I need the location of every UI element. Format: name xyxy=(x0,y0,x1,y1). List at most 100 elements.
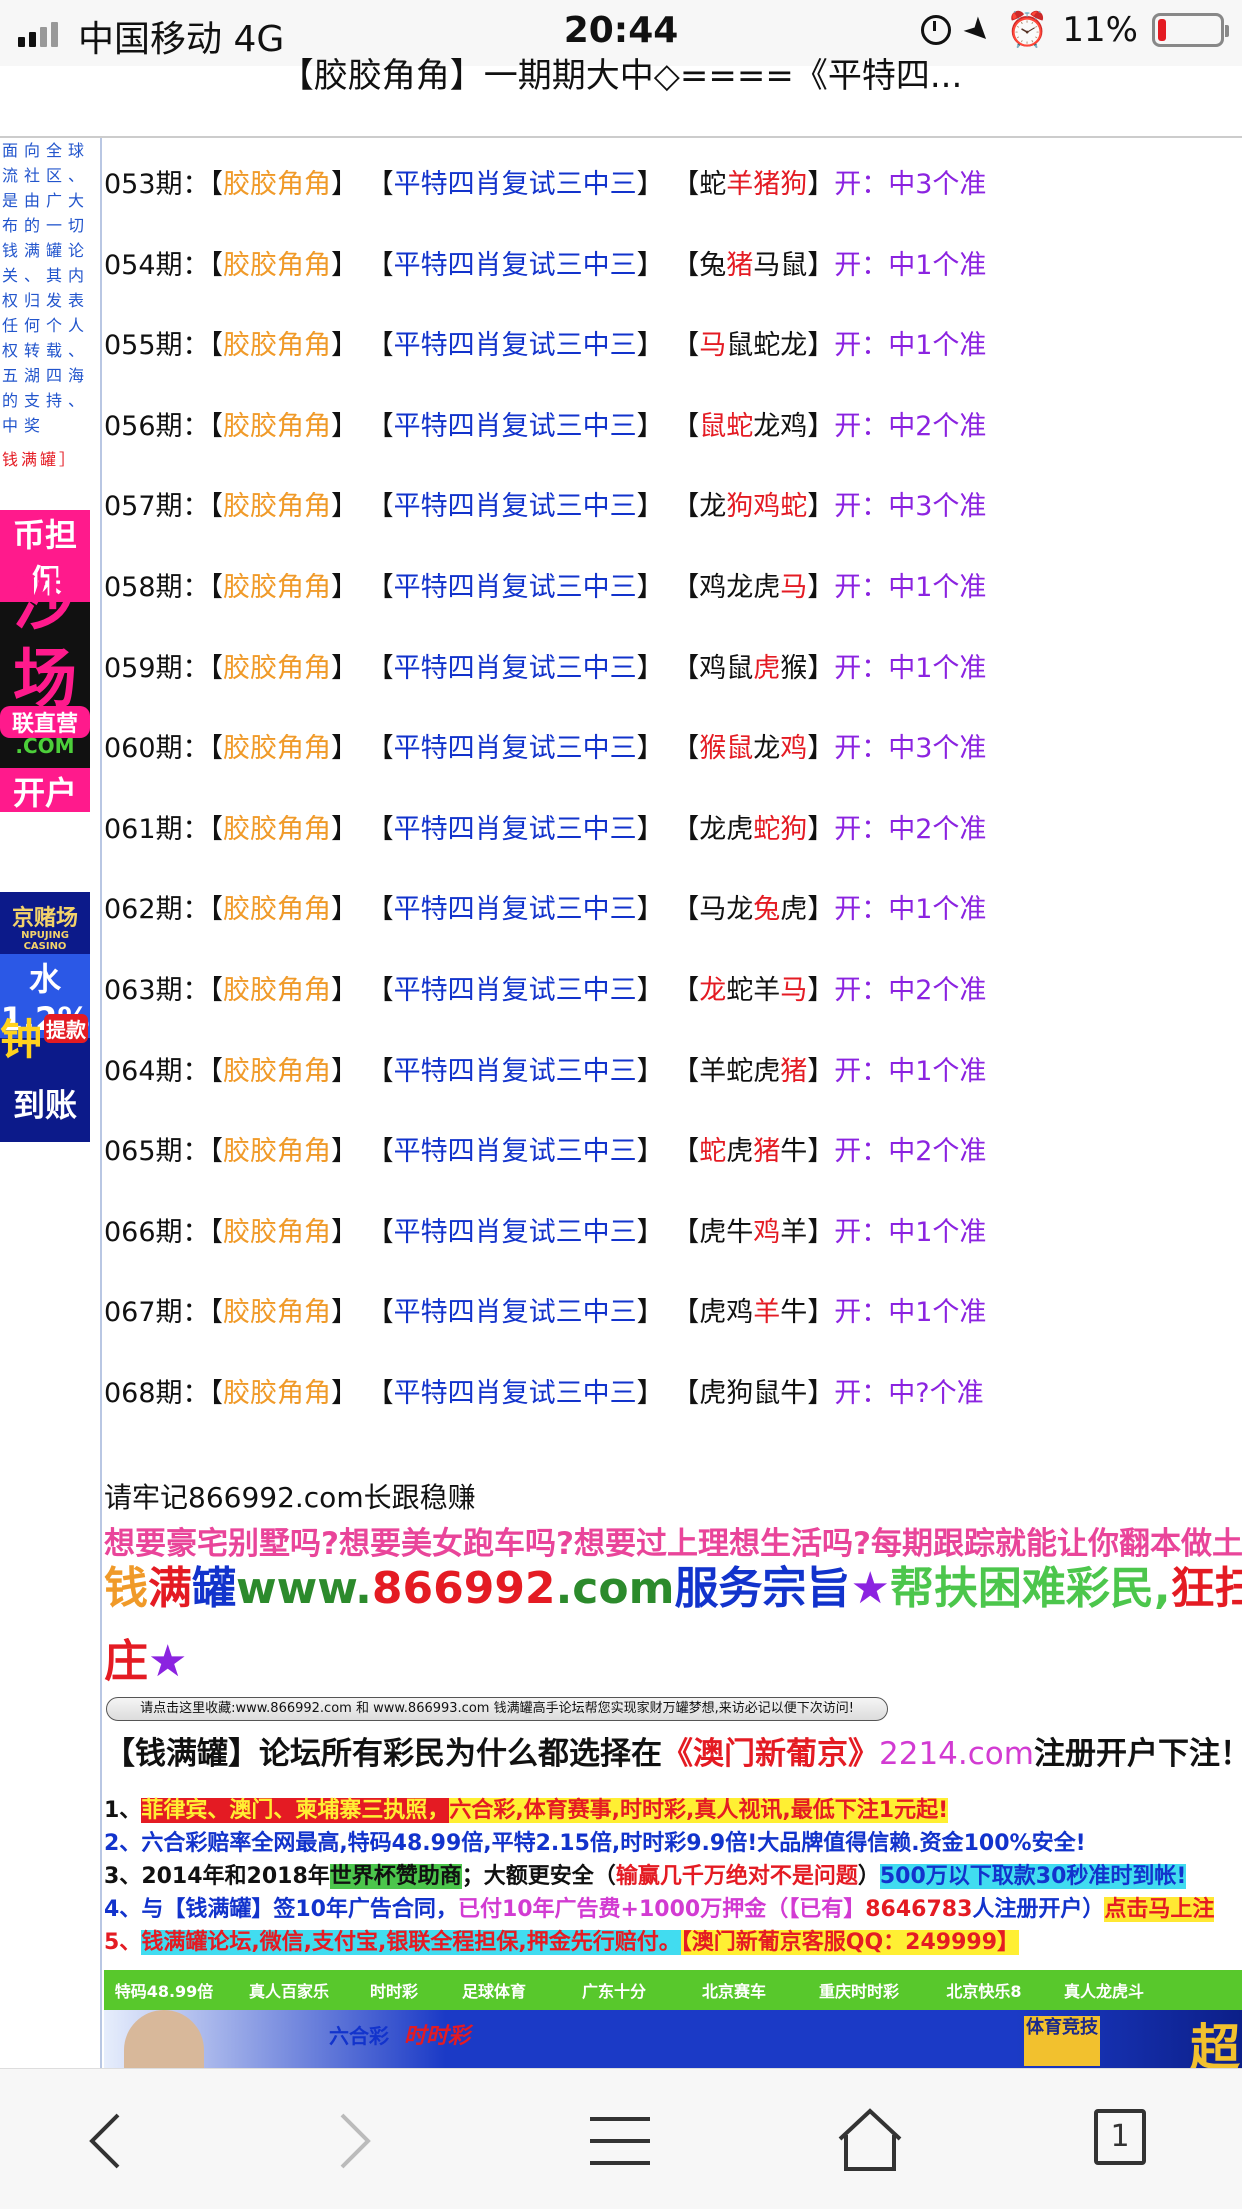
zodiac-pick: 羊 xyxy=(780,1216,808,1248)
prediction-row: 063期：【胶胶角角】 【平特四肖复试三中三】 【龙蛇羊马】开：中2个准 xyxy=(104,971,1242,1052)
bracket: 】 xyxy=(807,733,835,765)
ad2-line1: 京赌场 xyxy=(11,906,78,931)
zodiac-pick: 蛇狗 xyxy=(753,813,808,845)
zodiac-pick: 蛇羊 xyxy=(726,974,781,1006)
prediction-type: 平特四肖复试三中三 xyxy=(393,894,637,926)
zodiac-pick: 马 xyxy=(780,571,808,603)
list-item: 1、菲律宾、澳门、柬埔寨三执照，六合彩,体育赛事,时时彩,真人视讯,最低下注1元… xyxy=(104,1794,1242,1827)
casino-ad-2[interactable]: 京赌场 NPUJING CASINO 水1.2% 钟 提款 到账 xyxy=(0,892,90,1142)
bracket: 】 【 xyxy=(636,974,700,1006)
prediction-row: 064期：【胶胶角角】 【平特四肖复试三中三】 【羊蛇虎猪】开：中1个准 xyxy=(104,1052,1242,1133)
result-label: 开：中1个准 xyxy=(834,894,987,926)
prediction-row: 067期：【胶胶角角】 【平特四肖复试三中三】 【虎鸡羊牛】开：中1个准 xyxy=(104,1293,1242,1374)
prediction-type: 平特四肖复试三中三 xyxy=(393,1136,637,1168)
prediction-row: 060期：【胶胶角角】 【平特四肖复试三中三】 【猴鼠龙鸡】开：中3个准 xyxy=(104,729,1242,810)
why-a: 【钱满罐】论坛所有彩民为什么都选择在 xyxy=(104,1736,662,1772)
bracket: 】 xyxy=(807,813,835,845)
zodiac-pick: 龙鸡 xyxy=(753,410,808,442)
slogan-d[interactable]: www. xyxy=(236,1563,372,1614)
prediction-list: 053期：【胶胶角角】 【平特四肖复试三中三】 【蛇羊猪狗】开：中3个准 054期… xyxy=(104,165,1242,1455)
prediction-row: 056期：【胶胶角角】 【平特四肖复试三中三】 【鼠蛇龙鸡】开：中2个准 xyxy=(104,407,1242,488)
nav-item[interactable]: 时时彩 xyxy=(354,1978,434,2002)
result-label: 开：中1个准 xyxy=(834,1055,987,1087)
list-text: 与【钱满罐】签10年广告合同， xyxy=(141,1897,458,1922)
why-c[interactable]: 2214.com xyxy=(879,1736,1034,1772)
period-label: 066期： xyxy=(104,1216,210,1248)
slogan-e[interactable]: 866992 xyxy=(372,1563,556,1614)
bracket: 】 【 xyxy=(331,652,394,684)
group-name: 胶胶角角 xyxy=(223,1136,332,1168)
chevron-left-icon xyxy=(89,2113,120,2169)
lottery-nav: 特码48.99倍 真人百家乐 时时彩 足球体育 广东十分 北京赛车 重庆时时彩 北京快乐8 真人… xyxy=(104,1970,1242,2010)
bracket: 】 【 xyxy=(636,249,700,281)
prediction-row: 054期：【胶胶角角】 【平特四肖复试三中三】 【兔猪马鼠】开：中1个准 xyxy=(104,246,1242,327)
period-label: 053期： xyxy=(104,169,210,200)
bracket: 【 xyxy=(209,1216,224,1248)
group-name: 胶胶角角 xyxy=(223,169,332,200)
slogan-f[interactable]: .com xyxy=(556,1563,675,1614)
bracket: 】 xyxy=(807,1216,835,1248)
bracket: 】 【 xyxy=(636,1216,700,1248)
bracket: 【 xyxy=(209,330,224,362)
zodiac-pick: 牛 xyxy=(780,1136,808,1168)
page-title[interactable]: 【胶胶角角】一期期大中◇====《平特四... xyxy=(0,48,1242,97)
menu-button[interactable] xyxy=(580,2105,660,2175)
group-name: 胶胶角角 xyxy=(223,330,332,362)
tabs-button[interactable]: 1 xyxy=(1080,2105,1160,2175)
zodiac-pick: 虎鸡 xyxy=(699,1297,754,1329)
back-button[interactable] xyxy=(80,2105,160,2175)
period-label: 064期： xyxy=(104,1055,210,1087)
zodiac-pick: 兔 xyxy=(699,249,727,281)
bracket: 】 【 xyxy=(636,1055,700,1087)
status-right: ➤ ⏰ 11% xyxy=(921,7,1229,53)
period-label: 061期： xyxy=(104,813,210,845)
why-b[interactable]: 《澳门新葡京》 xyxy=(662,1736,879,1772)
bracket: 】 【 xyxy=(331,974,394,1006)
group-name: 胶胶角角 xyxy=(223,1377,332,1409)
slogan-a: 钱 xyxy=(104,1563,148,1614)
list-item: 4、与【钱满罐】签10年广告合同，已付10年广告费+1000万押金（【已有】86… xyxy=(104,1893,1242,1926)
home-button[interactable] xyxy=(830,2105,910,2175)
why-heading: 【钱满罐】论坛所有彩民为什么都选择在《澳门新葡京》2214.com注册开户下注！ xyxy=(104,1728,1242,1773)
bracket: 】 【 xyxy=(331,813,394,845)
nav-item[interactable]: 足球体育 xyxy=(434,1978,554,2002)
bracket: 】 xyxy=(807,974,835,1006)
zodiac-pick: 鸡 xyxy=(753,1216,781,1248)
result-label: 开：中3个准 xyxy=(834,169,987,200)
nav-item[interactable]: 特码48.99倍 xyxy=(104,1978,224,2002)
nav-item[interactable]: 北京快乐8 xyxy=(924,1978,1044,2002)
slogan: 钱满罐www.866992.com服务宗旨★帮扶困难彩民,狂扫地 xyxy=(104,1558,1242,1620)
nav-item[interactable]: 重庆时时彩 xyxy=(794,1978,924,2002)
list-text: 输赢几千万绝对不是问题 xyxy=(615,1864,858,1889)
register-link[interactable]: 点击马上注 xyxy=(1104,1897,1215,1922)
nav-item[interactable]: 真人百家乐 xyxy=(224,1978,354,2002)
period-label: 063期： xyxy=(104,974,210,1006)
bracket: 【 xyxy=(209,813,224,845)
slogan-b: 满 xyxy=(148,1563,192,1614)
reason-list: 1、菲律宾、澳门、柬埔寨三执照，六合彩,体育赛事,时时彩,真人视讯,最低下注1元… xyxy=(104,1794,1242,1959)
zodiac-pick: 羊 xyxy=(753,1297,781,1329)
left-column: 面向全球流社区、是由广大布的一切钱满罐论关、其内权归发表任何个人权转载、五湖四海… xyxy=(0,138,100,2068)
tab-count: 1 xyxy=(1094,2109,1146,2165)
battery-percent: 11% xyxy=(1062,10,1138,50)
list-highlight: 500万以下取款30秒准时到帐! xyxy=(879,1864,1187,1889)
bookmark-button[interactable]: 请点击这里收藏:www.866992.com 和 www.866993.com … xyxy=(106,1697,888,1721)
bracket: 】 【 xyxy=(331,1297,394,1329)
bracket: 】 xyxy=(807,410,835,442)
casino-banner-ad[interactable]: 六合彩 时时彩 体育竞技 超 xyxy=(104,2010,1242,2068)
bracket: 】 【 xyxy=(636,1297,700,1329)
period-label: 055期： xyxy=(104,330,210,362)
group-name: 胶胶角角 xyxy=(223,733,332,765)
list-num: 1、 xyxy=(104,1798,142,1823)
bracket: 【 xyxy=(209,491,224,523)
forward-button[interactable] xyxy=(330,2105,410,2175)
result-label: 开：中2个准 xyxy=(834,813,987,845)
zodiac-pick: 猴 xyxy=(780,652,808,684)
nav-item[interactable]: 真人龙虎斗 xyxy=(1044,1978,1164,2002)
bracket: 【 xyxy=(209,894,224,926)
result-label: 开：中1个准 xyxy=(834,1216,987,1248)
casino-ad-1[interactable]: 币担保 沙 场 联直营 .COM 开户 xyxy=(0,510,90,812)
support-qq[interactable]: 【澳门新葡京客服QQ：249999】 xyxy=(680,1930,1020,1955)
nav-item[interactable]: 广东十分 xyxy=(554,1978,674,2002)
nav-item[interactable]: 北京赛车 xyxy=(674,1978,794,2002)
